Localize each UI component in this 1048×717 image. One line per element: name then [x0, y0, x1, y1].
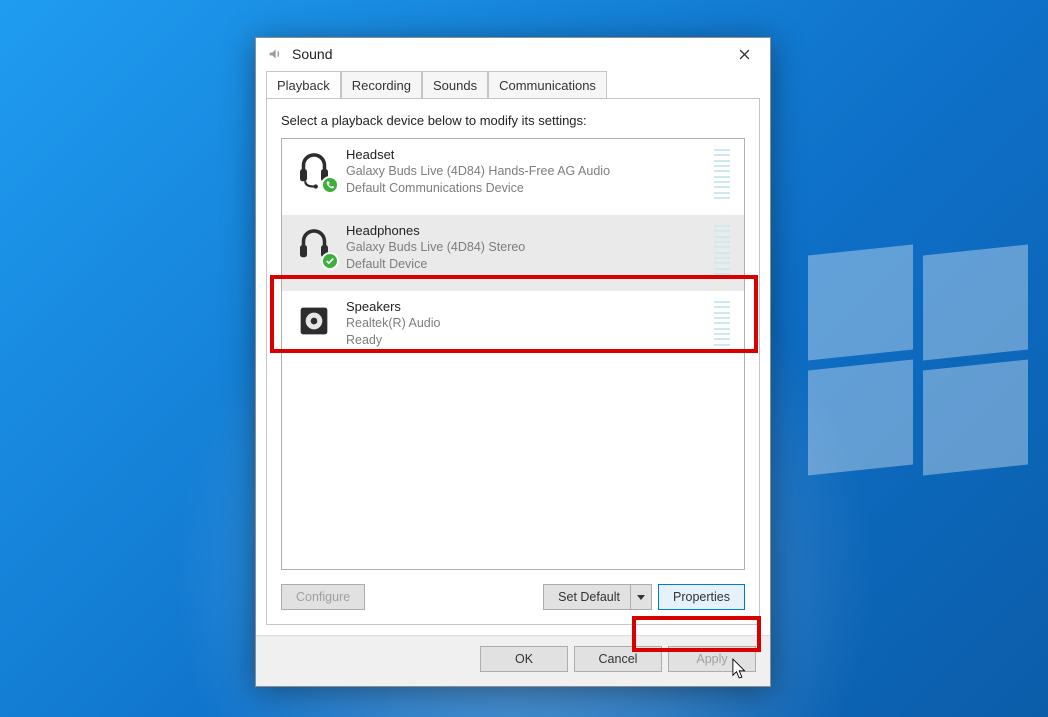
device-name: Headphones — [346, 223, 704, 238]
device-status: Default Device — [346, 256, 704, 273]
dialog-footer: OK Cancel Apply — [256, 635, 770, 686]
tab-sounds[interactable]: Sounds — [422, 71, 488, 98]
level-meter-icon — [714, 147, 730, 201]
cancel-button[interactable]: Cancel — [574, 646, 662, 672]
device-subtitle: Galaxy Buds Live (4D84) Hands-Free AG Au… — [346, 163, 704, 180]
tab-playback[interactable]: Playback — [266, 71, 341, 98]
set-default-dropdown[interactable] — [630, 585, 651, 609]
sound-dialog: Sound Playback Recording Sounds Communic… — [255, 37, 771, 687]
device-status: Ready — [346, 332, 704, 349]
tab-recording[interactable]: Recording — [341, 71, 422, 98]
device-subtitle: Galaxy Buds Live (4D84) Stereo — [346, 239, 704, 256]
configure-button[interactable]: Configure — [281, 584, 365, 610]
titlebar[interactable]: Sound — [256, 38, 770, 70]
set-default-button[interactable]: Set Default — [543, 584, 652, 610]
apply-button[interactable]: Apply — [668, 646, 756, 672]
device-button-row: Configure Set Default Properties — [281, 570, 745, 610]
headset-icon — [292, 147, 336, 191]
instruction-text: Select a playback device below to modify… — [281, 113, 745, 128]
windows-logo-icon — [808, 250, 1028, 470]
device-row[interactable]: Speakers Realtek(R) Audio Ready — [282, 291, 744, 367]
device-row[interactable]: Headset Galaxy Buds Live (4D84) Hands-Fr… — [282, 139, 744, 215]
close-icon — [739, 49, 750, 60]
ok-button[interactable]: OK — [480, 646, 568, 672]
tab-communications[interactable]: Communications — [488, 71, 607, 98]
device-row[interactable]: Headphones Galaxy Buds Live (4D84) Stere… — [282, 215, 744, 291]
check-badge-icon — [321, 252, 339, 270]
playback-tab-page: Select a playback device below to modify… — [266, 98, 760, 625]
speaker-icon — [292, 299, 336, 343]
device-name: Headset — [346, 147, 704, 162]
properties-button[interactable]: Properties — [658, 584, 745, 610]
phone-badge-icon — [321, 176, 339, 194]
headphones-icon — [292, 223, 336, 267]
device-subtitle: Realtek(R) Audio — [346, 315, 704, 332]
level-meter-icon — [714, 299, 730, 353]
level-meter-icon — [714, 223, 730, 277]
window-title: Sound — [292, 46, 332, 62]
device-status: Default Communications Device — [346, 180, 704, 197]
set-default-label: Set Default — [558, 590, 630, 604]
close-button[interactable] — [724, 40, 764, 68]
device-name: Speakers — [346, 299, 704, 314]
sound-app-icon — [266, 45, 284, 63]
chevron-down-icon — [637, 595, 645, 600]
device-list[interactable]: Headset Galaxy Buds Live (4D84) Hands-Fr… — [281, 138, 745, 570]
tab-strip: Playback Recording Sounds Communications — [256, 70, 770, 98]
